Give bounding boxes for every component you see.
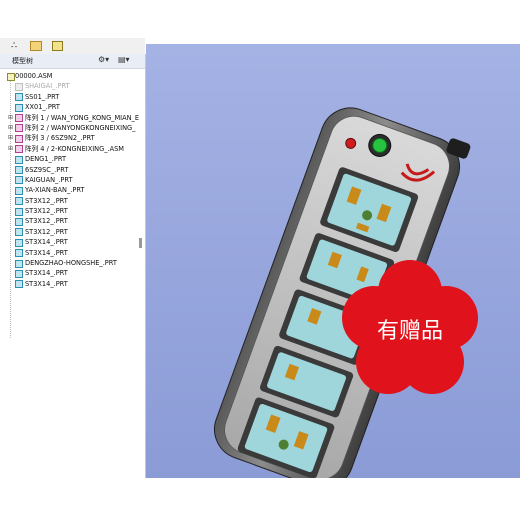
tree-item-pattern[interactable]: ⊞ 阵列 4 / 2-KONGNEIXING_.ASM <box>0 144 140 154</box>
tree-item-label: KAIGUAN_.PRT <box>25 175 73 184</box>
tree-item[interactable]: ST3X12_.PRT <box>0 227 140 237</box>
tree-item[interactable]: ST3X12_.PRT <box>0 216 140 226</box>
tree-item-label: DENGZHAO-HONGSHE_.PRT <box>25 259 117 268</box>
expand-icon[interactable]: ⊞ <box>8 114 13 121</box>
part-icon <box>15 249 23 258</box>
part-icon <box>15 228 23 237</box>
tree-item-pattern[interactable]: ⊞ 阵列 1 / WAN_YONG_KONG_MIAN_E <box>0 113 140 123</box>
tree-item[interactable]: SS01_.PRT <box>0 92 140 102</box>
power-strip-model: 有赠品 <box>214 107 478 478</box>
pattern-icon <box>15 145 23 154</box>
tree-item[interactable]: ST3X14_.PRT <box>0 237 140 247</box>
part-icon <box>15 155 23 164</box>
part-icon <box>15 269 23 278</box>
tree-item-label: 阵列 1 / WAN_YONG_KONG_MIAN_E <box>25 113 140 122</box>
part-icon <box>15 176 23 185</box>
pattern-icon <box>15 134 23 143</box>
tree-item-label: SS01_.PRT <box>25 92 60 101</box>
part-icon <box>15 166 23 175</box>
tree-item-label: 阵列 3 / 6SZ9N2_.PRT <box>25 134 95 143</box>
expand-icon[interactable]: ⊞ <box>8 124 13 131</box>
tree-columns-icon[interactable]: ▤▾ <box>118 55 130 64</box>
part-icon <box>15 186 23 195</box>
pattern-icon <box>15 124 23 133</box>
tree-item[interactable]: DENG1_.PRT <box>0 154 140 164</box>
picture-icon[interactable] <box>52 41 63 51</box>
tree-item-label: ST3X12_.PRT <box>25 196 68 205</box>
tree-item-pattern[interactable]: ⊞ 阵列 2 / WANYONGKONGNEIXING_ <box>0 123 140 133</box>
folder-icon[interactable] <box>30 41 42 51</box>
tree-settings-icon[interactable]: ⚙▾ <box>98 55 109 64</box>
panel-splitter[interactable] <box>139 238 142 248</box>
tree-item-label: 00000.ASM <box>15 72 53 80</box>
tree-item[interactable]: ST3X14_.PRT <box>0 279 140 289</box>
tree-item-label: ST3X12_.PRT <box>25 217 68 226</box>
tree-item-pattern[interactable]: ⊞ 阵列 3 / 6SZ9N2_.PRT <box>0 133 140 143</box>
tree-item-label: 阵列 4 / 2-KONGNEIXING_.ASM <box>25 144 124 153</box>
model-tree-header: 模型树 ⚙▾ ▤▾ <box>0 54 145 69</box>
graphics-viewport[interactable]: 有赠品 <box>146 44 520 478</box>
tree-item[interactable]: ST3X14_.PRT <box>0 248 140 258</box>
part-icon <box>15 280 23 289</box>
tree-item-label: ST3X14_.PRT <box>25 279 68 288</box>
part-icon <box>15 217 23 226</box>
bottom-blank-area <box>0 478 520 520</box>
tree-item[interactable]: DENGZHAO-HONGSHE_.PRT <box>0 258 140 268</box>
tree-item[interactable]: YA-XIAN-BAN_.PRT <box>0 185 140 195</box>
tree-item[interactable]: ST3X12_.PRT <box>0 206 140 216</box>
panel-title: 模型树 <box>12 57 33 65</box>
expand-icon[interactable]: ⊞ <box>8 134 13 141</box>
cad-application: ∴ 模型树 ⚙▾ ▤▾ 00000.ASM SHAIGAI_.PRT SS01_… <box>0 0 520 478</box>
tree-item[interactable]: XX01_.PRT <box>0 102 140 112</box>
tree-item-label: SHAIGAI_.PRT <box>25 82 70 91</box>
tree-item-label: ST3X12_.PRT <box>25 227 68 236</box>
tree-item[interactable]: KAIGUAN_.PRT <box>0 175 140 185</box>
settings-icon[interactable]: ∴ <box>8 41 20 51</box>
promo-badge-text: 有赠品 <box>377 319 443 344</box>
part-icon <box>15 259 23 268</box>
tree-item-label: XX01_.PRT <box>25 103 60 112</box>
part-icon <box>15 93 23 102</box>
top-toolbar <box>0 38 145 54</box>
part-icon <box>15 207 23 216</box>
model-tree-panel: 模型树 ⚙▾ ▤▾ 00000.ASM SHAIGAI_.PRT SS01_.P… <box>0 54 146 478</box>
tree-item-label: YA-XIAN-BAN_.PRT <box>25 186 85 195</box>
tree-item-label: 6SZ9SC_.PRT <box>25 165 69 174</box>
tree-item-label: DENG1_.PRT <box>25 155 66 164</box>
tree-item-label: ST3X14_.PRT <box>25 238 68 247</box>
tree-item-label: 阵列 2 / WANYONGKONGNEIXING_ <box>25 123 136 132</box>
assembly-icon <box>7 72 15 81</box>
tree-item[interactable]: ST3X14_.PRT <box>0 268 140 278</box>
part-icon <box>15 82 23 91</box>
tree-item-label: ST3X12_.PRT <box>25 207 68 216</box>
part-icon <box>15 238 23 247</box>
part-icon <box>15 197 23 206</box>
tree-item-label: ST3X14_.PRT <box>25 269 68 278</box>
model-tree: 00000.ASM SHAIGAI_.PRT SS01_.PRT XX01_.P… <box>0 71 140 289</box>
tree-item-root[interactable]: 00000.ASM <box>0 71 140 81</box>
tree-item[interactable]: SHAIGAI_.PRT <box>0 81 140 91</box>
tree-item[interactable]: 6SZ9SC_.PRT <box>0 165 140 175</box>
part-icon <box>15 103 23 112</box>
pattern-icon <box>15 114 23 123</box>
expand-icon[interactable]: ⊞ <box>8 145 13 152</box>
tree-item[interactable]: ST3X12_.PRT <box>0 196 140 206</box>
tree-item-label: ST3X14_.PRT <box>25 248 68 257</box>
